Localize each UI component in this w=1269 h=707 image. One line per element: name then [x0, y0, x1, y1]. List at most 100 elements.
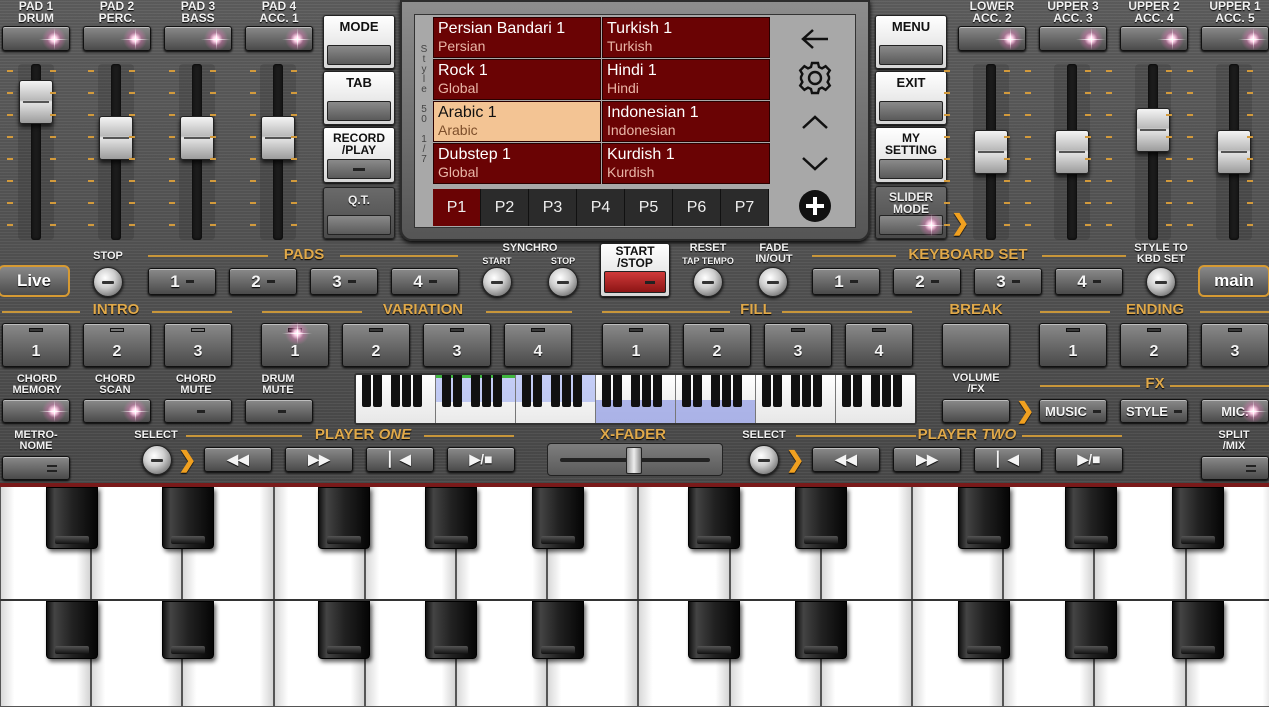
- intro-button-2[interactable]: 2: [83, 323, 151, 367]
- pad-button-3[interactable]: 3: [310, 268, 378, 295]
- style-cell[interactable]: Persian Bandari 1 Persian: [433, 17, 601, 58]
- player1-play-stop-button[interactable]: ▶/■: [447, 447, 515, 472]
- fx-music-button[interactable]: MUSIC: [1039, 399, 1107, 423]
- page-tab-p3[interactable]: P3: [529, 189, 577, 226]
- player2-forward-button[interactable]: ▶▶: [893, 447, 961, 472]
- lower-acc2-button[interactable]: [958, 26, 1026, 51]
- mode-button[interactable]: MODE: [323, 15, 395, 69]
- fx-mic-button[interactable]: MIC.: [1201, 399, 1269, 423]
- reset-tap-tempo-knob[interactable]: [693, 267, 723, 297]
- chord-mute-button[interactable]: [164, 399, 232, 423]
- player1-select-knob[interactable]: [142, 445, 172, 475]
- player1-previous-button[interactable]: ▏◀: [366, 447, 434, 472]
- exit-button[interactable]: EXIT: [875, 71, 947, 125]
- black-key[interactable]: [162, 487, 214, 549]
- variation-button-1[interactable]: 1: [261, 322, 329, 367]
- player2-rewind-button[interactable]: ◀◀: [812, 447, 880, 472]
- page-tab-p4[interactable]: P4: [577, 189, 625, 226]
- black-key[interactable]: [425, 601, 477, 659]
- drum-mute-button[interactable]: [245, 399, 313, 423]
- player2-play-stop-button[interactable]: ▶/■: [1055, 447, 1123, 472]
- kbd-set-button-1[interactable]: 1: [812, 268, 880, 295]
- pad-button-2[interactable]: 2: [229, 268, 297, 295]
- ending-button-2[interactable]: 2: [1120, 323, 1188, 367]
- style-cell[interactable]: Kurdish 1 Kurdish: [602, 143, 770, 184]
- split-mix-button[interactable]: [1201, 456, 1269, 480]
- upper2-acc4-button[interactable]: [1120, 26, 1188, 51]
- variation-button-2[interactable]: 2: [342, 323, 410, 367]
- pad3-button[interactable]: [164, 26, 232, 51]
- black-key[interactable]: [1172, 487, 1224, 549]
- pad1-button[interactable]: [2, 26, 70, 51]
- fill-button-3[interactable]: 3: [764, 323, 832, 367]
- player1-forward-button[interactable]: ▶▶: [285, 447, 353, 472]
- player2-previous-button[interactable]: ▏◀: [974, 447, 1042, 472]
- upper1-acc5-button[interactable]: [1201, 26, 1269, 51]
- player1-rewind-button[interactable]: ◀◀: [204, 447, 272, 472]
- black-key[interactable]: [46, 601, 98, 659]
- variation-button-4[interactable]: 4: [504, 323, 572, 367]
- style-cell[interactable]: Turkish 1 Turkish: [602, 17, 770, 58]
- volume-fx-button[interactable]: [942, 399, 1010, 423]
- back-arrow-icon[interactable]: [795, 21, 835, 57]
- variation-button-3[interactable]: 3: [423, 323, 491, 367]
- chord-scan-button[interactable]: [83, 399, 151, 423]
- style-cell[interactable]: Indonesian 1 Indonesian: [602, 101, 770, 142]
- page-tab-p6[interactable]: P6: [673, 189, 721, 226]
- player2-select-knob[interactable]: [749, 445, 779, 475]
- style-cell[interactable]: Rock 1 Global: [433, 59, 601, 100]
- gear-icon[interactable]: [795, 59, 835, 97]
- kbd-set-button-4[interactable]: 4: [1055, 268, 1123, 295]
- fill-button-1[interactable]: 1: [602, 323, 670, 367]
- style-cell[interactable]: Arabic 1 Arabic: [433, 101, 601, 142]
- fx-style-button[interactable]: STYLE: [1120, 399, 1188, 423]
- ending-button-3[interactable]: 3: [1201, 323, 1269, 367]
- qt-button[interactable]: Q.T.: [323, 187, 395, 239]
- metronome-button[interactable]: [2, 456, 70, 480]
- kbd-set-button-3[interactable]: 3: [974, 268, 1042, 295]
- mini-keyboard-range[interactable]: [354, 373, 917, 425]
- pad-button-4[interactable]: 4: [391, 268, 459, 295]
- upper3-acc3-button[interactable]: [1039, 26, 1107, 51]
- live-button[interactable]: Live: [0, 265, 70, 297]
- main-button[interactable]: main: [1198, 265, 1269, 297]
- pad-button-1[interactable]: 1: [148, 268, 216, 295]
- ending-button-1[interactable]: 1: [1039, 323, 1107, 367]
- black-key[interactable]: [425, 487, 477, 549]
- black-key[interactable]: [795, 601, 847, 659]
- my-setting-button[interactable]: MY SETTING: [875, 127, 947, 183]
- black-key[interactable]: [958, 487, 1010, 549]
- plus-circle-icon[interactable]: [795, 187, 835, 225]
- black-key[interactable]: [688, 601, 740, 659]
- black-key[interactable]: [532, 601, 584, 659]
- synchro-stop-knob[interactable]: [548, 267, 578, 297]
- black-key[interactable]: [318, 601, 370, 659]
- black-key[interactable]: [1065, 601, 1117, 659]
- black-key[interactable]: [1172, 601, 1224, 659]
- kbd-set-button-2[interactable]: 2: [893, 268, 961, 295]
- pad4-button[interactable]: [245, 26, 313, 51]
- style-cell[interactable]: Dubstep 1 Global: [433, 143, 601, 184]
- fade-knob[interactable]: [758, 267, 788, 297]
- black-key[interactable]: [958, 601, 1010, 659]
- black-key[interactable]: [795, 487, 847, 549]
- stop-knob[interactable]: [93, 267, 123, 297]
- page-tab-p5[interactable]: P5: [625, 189, 673, 226]
- slider-mode-button[interactable]: SLIDER MODE: [875, 186, 947, 239]
- menu-button[interactable]: MENU: [875, 15, 947, 69]
- black-key[interactable]: [46, 487, 98, 549]
- black-key[interactable]: [162, 601, 214, 659]
- chord-memory-button[interactable]: [2, 399, 70, 423]
- page-tab-p2[interactable]: P2: [481, 189, 529, 226]
- record-play-button[interactable]: RECORD /PLAY: [323, 127, 395, 183]
- tab-button[interactable]: TAB: [323, 71, 395, 125]
- intro-button-1[interactable]: 1: [2, 323, 70, 367]
- chevron-up-icon[interactable]: [795, 105, 835, 139]
- intro-button-3[interactable]: 3: [164, 323, 232, 367]
- black-key[interactable]: [1065, 487, 1117, 549]
- page-tab-p1[interactable]: P1: [433, 189, 481, 226]
- fill-button-2[interactable]: 2: [683, 323, 751, 367]
- xfader-handle[interactable]: [626, 447, 642, 474]
- fill-button-4[interactable]: 4: [845, 323, 913, 367]
- pad2-button[interactable]: [83, 26, 151, 51]
